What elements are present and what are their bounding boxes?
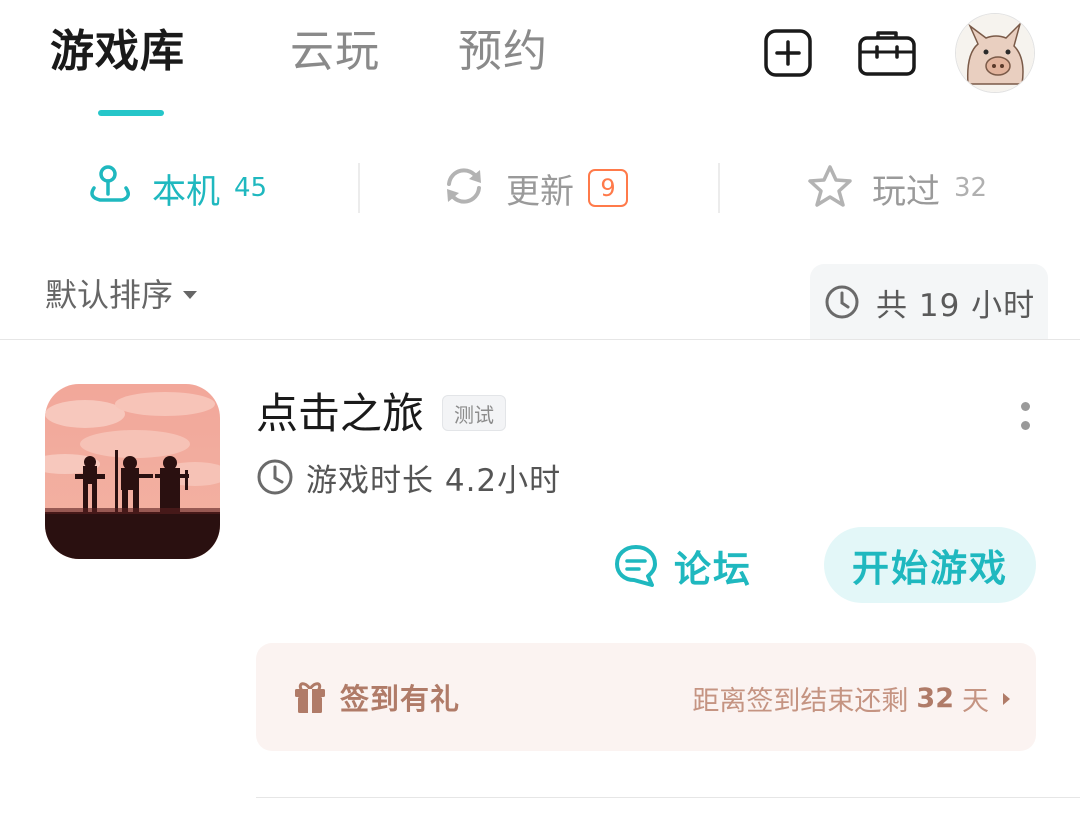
game-playtime: 游戏时长 4.2小时 — [256, 455, 561, 499]
segment-played[interactable]: 玩过 32 — [806, 160, 987, 216]
segment-played-count: 32 — [954, 173, 988, 203]
add-square-icon[interactable] — [763, 28, 813, 78]
checkin-remaining-days: 32 — [916, 683, 954, 714]
start-game-button[interactable]: 开始游戏 — [824, 527, 1036, 603]
forum-button[interactable]: 论坛 — [612, 538, 752, 594]
divider — [0, 339, 1080, 340]
sort-dropdown[interactable]: 默认排序 — [45, 270, 198, 316]
active-tab-indicator — [98, 110, 164, 116]
start-game-label: 开始游戏 — [852, 547, 1008, 590]
more-options-icon[interactable] — [1016, 402, 1036, 436]
sort-label: 默认排序 — [45, 276, 174, 314]
game-tag: 测试 — [442, 395, 506, 431]
refresh-icon — [440, 164, 488, 212]
game-icon[interactable] — [45, 384, 220, 559]
caret-down-icon — [183, 291, 198, 299]
segment-local-count: 45 — [234, 173, 268, 203]
chat-bubble-icon — [615, 545, 657, 587]
checkin-remaining-prefix: 距离签到结束还剩 — [692, 686, 909, 717]
segment-divider — [718, 163, 720, 213]
chevron-right-icon — [1003, 692, 1010, 705]
total-playtime: 共 19 小时 — [810, 264, 1048, 340]
toolbox-icon[interactable] — [857, 28, 917, 78]
game-playtime-label: 游戏时长 4.2小时 — [306, 462, 562, 499]
checkin-remaining-suffix: 天 — [962, 686, 989, 717]
checkin-label: 签到有礼 — [340, 682, 461, 716]
update-count-badge: 9 — [588, 169, 628, 207]
segment-update[interactable]: 更新 9 — [440, 160, 628, 216]
tab-cloud-play[interactable]: 云玩 — [290, 22, 380, 82]
gift-icon — [295, 682, 325, 713]
segment-divider — [358, 163, 360, 213]
clock-icon — [825, 285, 859, 319]
segment-played-label: 玩过 — [872, 171, 940, 212]
forum-label: 论坛 — [674, 548, 752, 591]
segment-local[interactable]: 本机 45 — [86, 160, 267, 216]
local-device-icon — [86, 164, 134, 212]
game-title[interactable]: 点击之旅 — [256, 388, 424, 440]
tab-game-library[interactable]: 游戏库 — [50, 22, 185, 82]
total-playtime-label: 共 19 小时 — [876, 287, 1036, 324]
segment-update-label: 更新 — [506, 171, 574, 212]
tab-reservation[interactable]: 预约 — [458, 22, 548, 82]
checkin-banner[interactable]: 签到有礼 距离签到结束还剩 32 天 — [256, 643, 1036, 751]
star-icon — [806, 163, 854, 213]
clock-icon — [257, 459, 293, 495]
divider — [256, 797, 1080, 798]
avatar[interactable] — [955, 13, 1035, 93]
segment-local-label: 本机 — [152, 171, 220, 212]
